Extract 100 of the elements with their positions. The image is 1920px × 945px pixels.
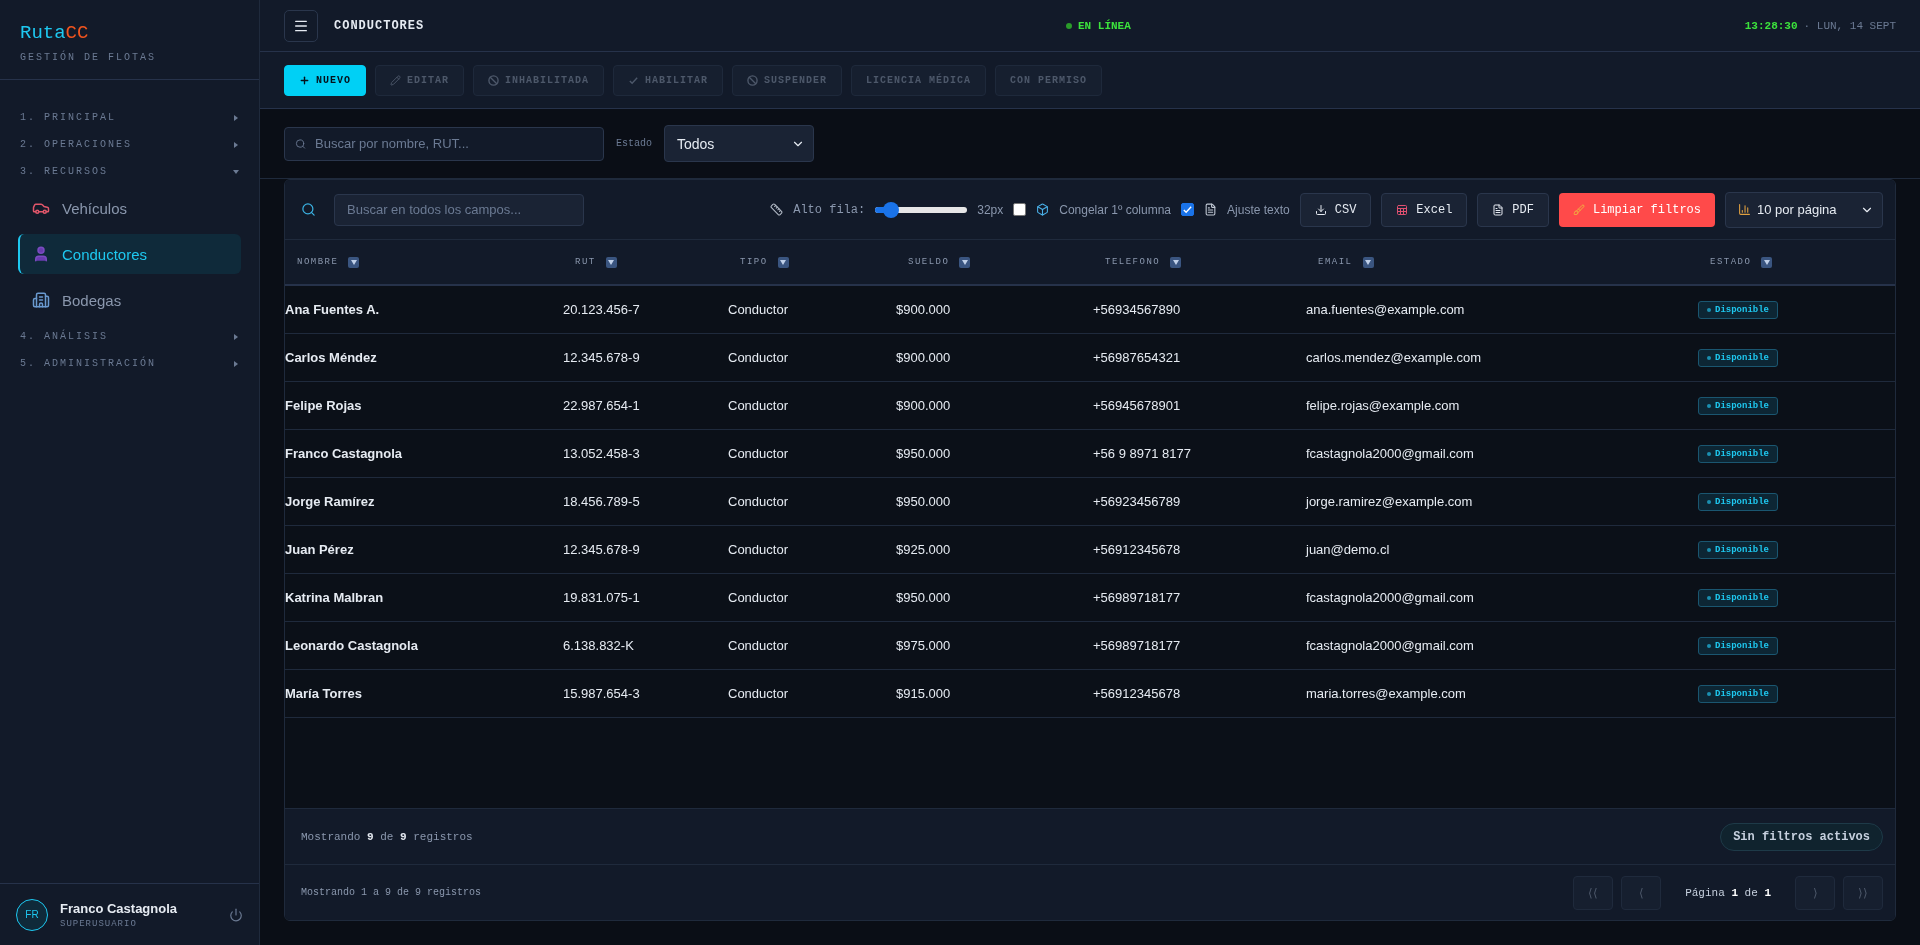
page-title: CONDUCTORES xyxy=(334,18,426,33)
nav-section[interactable]: 2. OPERACIONES xyxy=(18,133,241,156)
plus-icon xyxy=(299,74,310,86)
search-field[interactable]: Buscar por nombre, RUT... xyxy=(284,126,604,161)
export-button[interactable]: PDF xyxy=(1477,192,1549,227)
caret-down-icon xyxy=(350,259,357,265)
status-badge: Disponible xyxy=(1698,396,1778,415)
status-badge: Disponible xyxy=(1698,348,1778,367)
column-filter-button[interactable] xyxy=(1170,256,1182,268)
table-cell-text: +56912345678 xyxy=(1093,542,1182,557)
state-select[interactable]: Todos xyxy=(664,125,814,162)
caret-icon xyxy=(233,114,239,121)
table-cell-text: felipe.rojas@example.com xyxy=(1306,398,1461,413)
download-icon xyxy=(1314,203,1327,216)
table-cell-text: carlos.mendez@example.com xyxy=(1306,350,1483,365)
pencil-icon xyxy=(390,74,401,86)
table-cell-text: Juan Pérez xyxy=(285,542,355,557)
caret-down-icon xyxy=(1365,259,1371,265)
table-cell-text: maria.torres@example.com xyxy=(1306,686,1467,701)
check-icon xyxy=(628,74,640,86)
slider-thumb[interactable] xyxy=(882,201,899,218)
table-cell-text: $900.000 xyxy=(896,350,952,365)
column-filter-button[interactable] xyxy=(1761,256,1773,268)
table-cell-text: 12.345.678-9 xyxy=(563,350,641,365)
nav-item[interactable]: Conductores xyxy=(18,234,241,274)
export-button[interactable]: Excel xyxy=(1381,192,1468,227)
records-summary: Mostrando 9 de 9 registros xyxy=(301,830,473,843)
table-cell-text: Ana Fuentes A. xyxy=(285,302,381,317)
table-cell-text: +56989718177 xyxy=(1093,638,1182,653)
column-filter-button[interactable] xyxy=(959,256,971,268)
user-role: SUPERUSUARIO xyxy=(60,918,138,929)
table-cell-text: +56912345678 xyxy=(1093,686,1182,701)
online-status: EN LÍNEA xyxy=(1066,19,1131,32)
table-cell-text: Conductor xyxy=(728,350,789,365)
table-cell-text: María Torres xyxy=(285,686,364,701)
brush-icon xyxy=(1572,203,1585,216)
column-filter-button[interactable] xyxy=(605,256,617,268)
action-button[interactable]: NUEVO xyxy=(284,64,366,96)
table-cell-text: 18.456.789-5 xyxy=(563,494,641,509)
checkbox[interactable] xyxy=(1013,203,1027,216)
nav-item[interactable]: Vehículos xyxy=(18,188,241,228)
power-icon[interactable] xyxy=(229,907,243,922)
table-cell-text: fcastagnola2000@gmail.com xyxy=(1306,590,1475,605)
table-cell-text: Carlos Méndez xyxy=(285,350,378,365)
per-page-select[interactable]: 10 por página xyxy=(1725,191,1883,228)
table-search-field[interactable]: Buscar en todos los campos... xyxy=(334,193,584,226)
nav-section[interactable]: 1. PRINCIPAL xyxy=(18,106,241,129)
column-header: ESTADO xyxy=(1710,257,1752,267)
column-filter-button[interactable] xyxy=(777,256,789,268)
table-cell-text: juan@demo.cl xyxy=(1306,542,1391,557)
chart-icon xyxy=(1738,203,1751,216)
table-cell-text: +56987654321 xyxy=(1093,350,1182,365)
status-badge: Disponible xyxy=(1698,636,1778,655)
column-header: RUT xyxy=(575,257,596,267)
clock-date: · LUN, 14 SEPT xyxy=(1803,19,1896,32)
table-cell-text: 19.831.075-1 xyxy=(563,590,641,605)
search-icon xyxy=(301,202,316,217)
menu-button[interactable] xyxy=(284,9,318,42)
nav-item[interactable]: Bodegas xyxy=(18,280,241,320)
column-filter-button[interactable] xyxy=(1362,256,1374,268)
search-icon xyxy=(295,138,306,149)
column-header: TELEFONO xyxy=(1105,257,1161,267)
export-button[interactable]: CSV xyxy=(1299,192,1372,227)
caret-icon xyxy=(233,141,239,148)
status-badge: Disponible xyxy=(1698,492,1778,511)
cube-icon xyxy=(1036,203,1050,216)
row-height-value: 32px xyxy=(977,202,1004,217)
table-cell-text: ana.fuentes@example.com xyxy=(1306,302,1466,317)
row-height-slider[interactable] xyxy=(875,201,968,218)
caret-down-icon xyxy=(780,259,787,265)
table-cell-text: $950.000 xyxy=(896,446,952,461)
status-badge: Disponible xyxy=(1698,684,1778,703)
column-filter-button[interactable] xyxy=(348,256,360,268)
status-badge: Disponible xyxy=(1698,444,1778,463)
clear-filters-button[interactable]: Limpiar filtros xyxy=(1558,192,1715,227)
state-label: Estado xyxy=(616,138,652,149)
column-header: TIPO xyxy=(740,257,768,267)
checkbox[interactable] xyxy=(1181,203,1195,216)
table-cell-text: $925.000 xyxy=(896,542,952,557)
caret-down-icon xyxy=(1763,259,1770,265)
status-badge: Disponible xyxy=(1698,300,1778,319)
table-cell-text: $950.000 xyxy=(896,494,952,509)
table-cell-text: $900.000 xyxy=(896,302,952,317)
freeze-label: Congelar 1º columna xyxy=(1059,202,1172,217)
nav-section[interactable]: 4. ANÁLISIS xyxy=(18,325,241,348)
table-cell-text: Jorge Ramírez xyxy=(285,494,376,509)
table-cell-text: jorge.ramirez@example.com xyxy=(1306,494,1474,509)
caret-down-icon xyxy=(961,259,968,265)
nav-section[interactable]: 5. ADMINISTRACIÓN xyxy=(18,352,241,375)
status-badge: Disponible xyxy=(1698,588,1778,607)
brand-logo[interactable]: RutaCC xyxy=(20,22,239,44)
table-cell-text: Leonardo Castagnola xyxy=(285,638,419,653)
row-height-label: Alto fila: xyxy=(793,202,866,217)
table-cell-text: Conductor xyxy=(728,590,789,605)
column-header: EMAIL xyxy=(1318,257,1353,267)
table-cell-text: +56 9 8971 8177 xyxy=(1093,446,1192,461)
brand-subtitle: GESTIÓN DE FLOTAS xyxy=(20,52,158,63)
nav-section[interactable]: 3. RECURSOS xyxy=(18,160,241,183)
building-icon xyxy=(32,291,50,309)
caret-icon xyxy=(233,360,239,367)
